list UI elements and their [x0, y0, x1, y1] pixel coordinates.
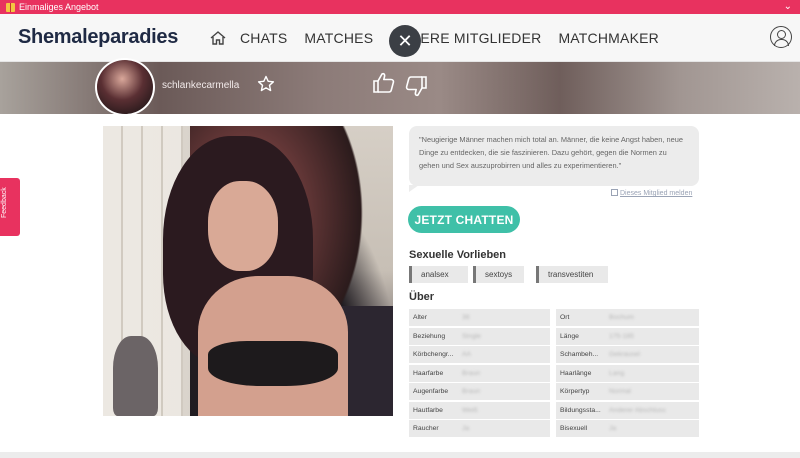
about-cell: Schambeh... Gekrausel — [556, 346, 699, 363]
about-key: Beziehung — [413, 332, 446, 340]
preference-tag: analsex — [409, 266, 468, 283]
about-value: Gekrausel — [609, 351, 640, 358]
gift-icon — [6, 2, 15, 12]
nav-matches[interactable]: MATCHES — [304, 30, 373, 46]
about-key: Schambeh... — [560, 351, 599, 358]
about-cell: Haarlänge Lang — [556, 364, 699, 382]
close-button[interactable]: ✕ — [389, 25, 421, 57]
about-key: Haarfarbe — [413, 369, 444, 377]
report-label: Dieses Mitglied melden — [620, 190, 693, 197]
about-heading: Über — [409, 291, 435, 303]
photo-lingerie — [208, 341, 338, 386]
user-account-icon[interactable] — [770, 26, 792, 48]
preferences-heading: Sexuelle Vorlieben — [409, 249, 507, 261]
about-row: Raucher Ja Bisexuell Ja — [409, 420, 699, 437]
about-key: Bildungssta... — [560, 406, 601, 414]
feedback-tab[interactable]: Feedback — [0, 178, 20, 236]
profile-quote: "Neugierige Männer machen mich total an.… — [409, 126, 699, 192]
about-value: AA — [462, 351, 472, 358]
about-cell: Länge 175-185 — [556, 327, 699, 345]
about-row: Körbchengr... AA Schambeh... Gekrausel — [409, 346, 699, 363]
logo-bold: paradies — [98, 26, 179, 48]
about-key: Länge — [560, 332, 579, 340]
chevron-down-icon[interactable]: ⌄ — [784, 1, 792, 12]
photo-face — [208, 181, 278, 271]
about-row: Alter 38 Ort Bochum — [409, 309, 699, 326]
nav-chats[interactable]: CHATS — [240, 30, 287, 46]
home-icon[interactable] — [210, 31, 226, 45]
about-value: Bochum — [609, 314, 634, 321]
about-value: Braun — [462, 369, 481, 377]
feedback-label: Feedback — [1, 187, 8, 218]
about-cell: Haarfarbe Braun — [409, 364, 550, 382]
star-icon[interactable] — [257, 75, 275, 93]
thumbs-down-icon[interactable] — [404, 74, 428, 98]
profile-photo[interactable] — [103, 126, 393, 416]
preferences-tags: analsex sextoys transvestiten — [409, 266, 608, 283]
main-nav: CHATS MATCHES UNSERE MITGLIEDER MATCHMAK… — [210, 30, 676, 46]
about-key: Körpertyp — [560, 388, 590, 395]
about-value: Weiß — [462, 406, 478, 414]
chat-now-button[interactable]: JETZT CHATTEN — [408, 206, 520, 233]
about-value: Normal — [609, 388, 631, 395]
about-cell: Hautfarbe Weiß — [409, 401, 550, 419]
preference-tag: sextoys — [473, 266, 524, 283]
report-member-link[interactable]: Dieses Mitglied melden — [611, 189, 692, 197]
about-key: Augenfarbe — [413, 388, 449, 395]
about-cell: Beziehung Single — [409, 327, 550, 345]
about-value: Ja — [609, 425, 617, 432]
about-key: Raucher — [413, 425, 439, 432]
about-row: Haarfarbe Braun Haarlänge Lang — [409, 364, 699, 382]
about-key: Alter — [413, 314, 427, 321]
footer-divider — [0, 452, 800, 458]
about-value: Braun — [462, 388, 481, 395]
about-value: Lang — [609, 369, 625, 377]
about-row: Beziehung Single Länge 175-185 — [409, 327, 699, 345]
about-cell: Bildungssta... Anderer Abschluss — [556, 401, 699, 419]
flag-icon — [611, 189, 618, 196]
thumbs-up-icon[interactable] — [372, 71, 396, 95]
nav-matchmaker[interactable]: MATCHMAKER — [558, 30, 659, 46]
about-value: Single — [462, 332, 481, 340]
about-key: Hautfarbe — [413, 406, 443, 414]
about-value: 38 — [462, 314, 470, 321]
profile-avatar[interactable] — [95, 58, 155, 116]
about-cell: Körpertyp Normal — [556, 383, 699, 400]
about-cell: Ort Bochum — [556, 309, 699, 326]
about-row: Augenfarbe Braun Körpertyp Normal — [409, 383, 699, 400]
profile-username: schlankecarmella — [162, 80, 240, 91]
about-value: Anderer Abschluss — [609, 406, 666, 414]
about-key: Haarlänge — [560, 369, 592, 377]
preference-tag: transvestiten — [536, 266, 608, 283]
about-cell: Bisexuell Ja — [556, 420, 699, 437]
about-row: Hautfarbe Weiß Bildungssta... Anderer Absc… — [409, 401, 699, 419]
about-cell: Alter 38 — [409, 309, 550, 326]
about-cell: Körbchengr... AA — [409, 346, 550, 363]
about-cell: Raucher Ja — [409, 420, 550, 437]
photo-vase — [113, 336, 158, 416]
about-key: Bisexuell — [560, 425, 588, 432]
about-value: 175-185 — [609, 332, 634, 340]
logo-main: Shemale — [18, 26, 99, 48]
about-value: Ja — [462, 425, 470, 432]
promo-label: Einmaliges Angebot — [19, 2, 99, 12]
about-cell: Augenfarbe Braun — [409, 383, 550, 400]
logo[interactable]: Shemaleparadies — [18, 26, 178, 49]
about-key: Ort — [560, 314, 570, 321]
about-key: Körbchengr... — [413, 351, 454, 358]
promo-bar[interactable]: Einmaliges Angebot ⌄ — [0, 0, 800, 14]
